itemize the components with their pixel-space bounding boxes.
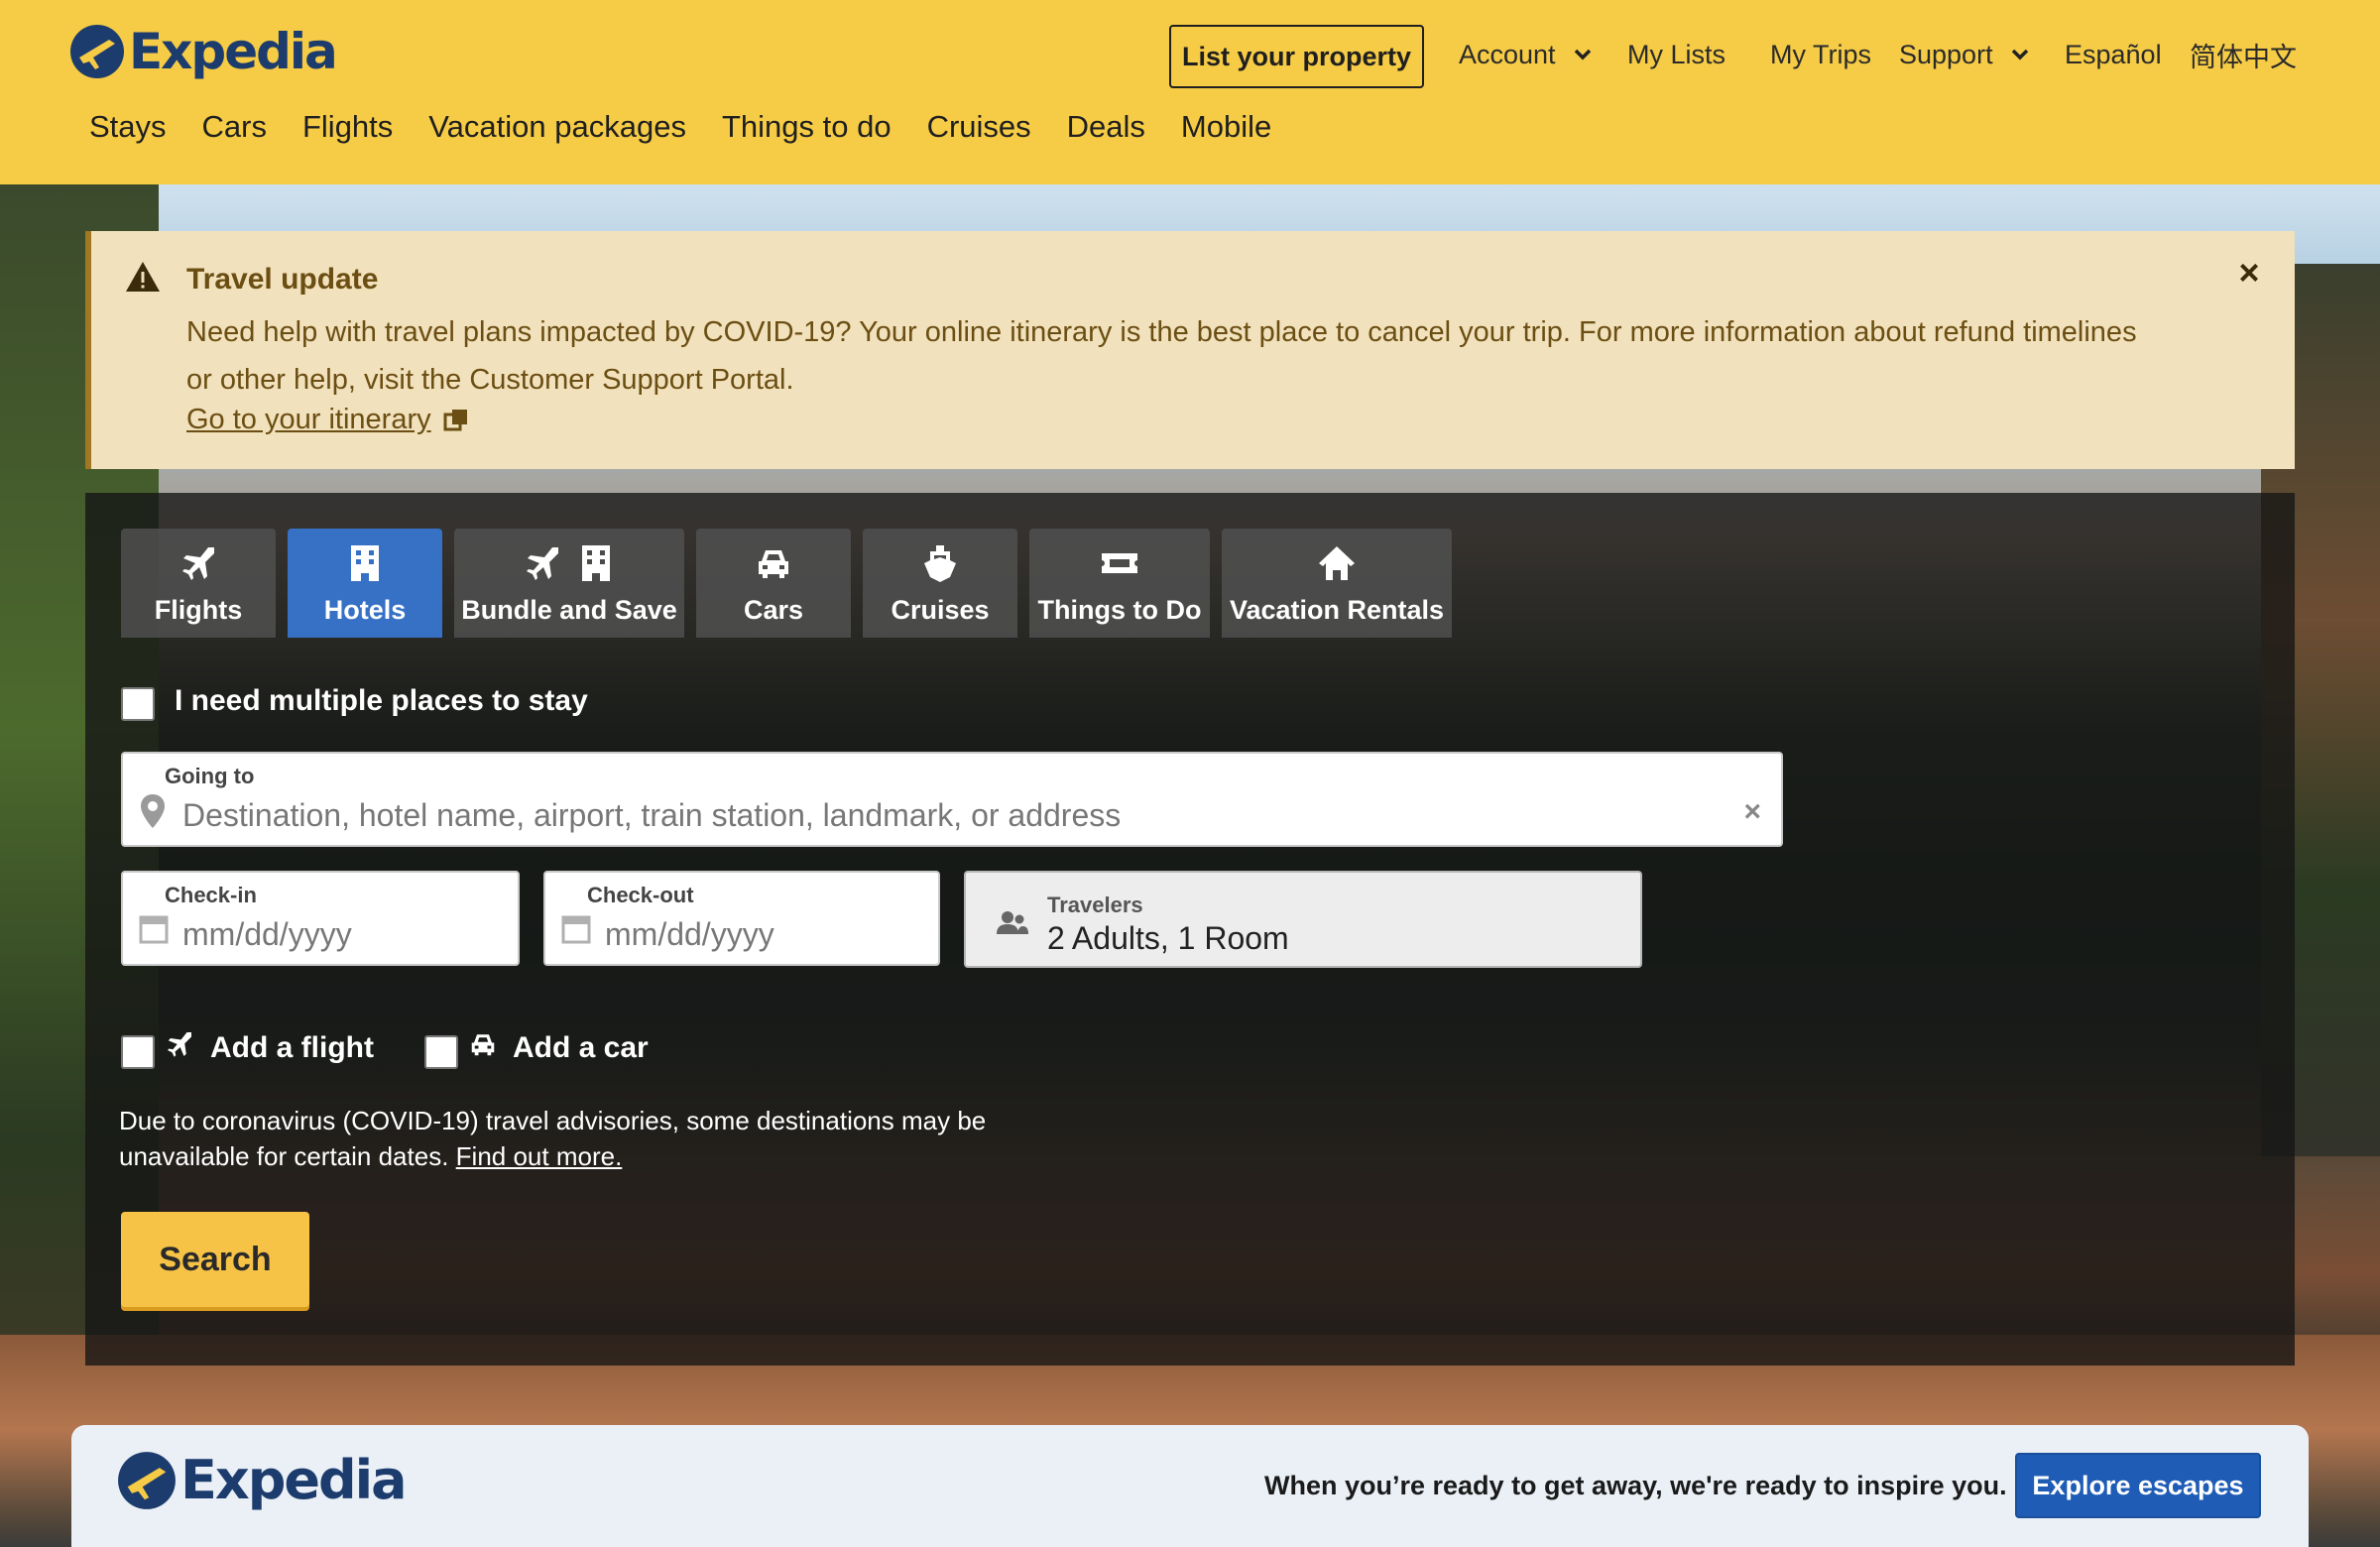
going-to-label: Going to (165, 764, 255, 788)
tab-vacation-rentals[interactable]: Vacation Rentals (1222, 529, 1452, 638)
nav-things-to-do[interactable]: Things to do (722, 109, 892, 145)
clear-icon[interactable]: × (1743, 795, 1761, 829)
nav-cars[interactable]: Cars (202, 109, 267, 145)
airplane-icon (182, 547, 214, 580)
airplane-icon (527, 547, 558, 580)
language-spanish-link[interactable]: Español (2065, 38, 2162, 71)
inspire-banner: Expedia When you’re ready to get away, w… (71, 1425, 2309, 1547)
travelers-label: Travelers (1047, 892, 1143, 917)
multiple-places-label: I need multiple places to stay (175, 684, 588, 717)
airplane-icon (168, 1032, 191, 1057)
account-label: Account (1459, 39, 1556, 69)
site-header: Expedia List your property Account My Li… (0, 0, 2380, 184)
search-button[interactable]: Search (121, 1212, 309, 1307)
people-icon (997, 911, 1028, 934)
alert-title: Travel update (186, 263, 379, 296)
globe-icon (118, 1451, 176, 1509)
checkout-label: Check-out (587, 883, 694, 907)
globe-icon (70, 25, 124, 78)
brand-wordmark: Expedia (129, 23, 338, 80)
checkout-input[interactable]: mm/dd/yyyy (605, 916, 774, 953)
cruise-ship-icon (924, 545, 956, 582)
hotel-building-icon (351, 545, 379, 581)
covid-notice: Due to coronavirus (COVID-19) travel adv… (119, 1103, 1031, 1174)
house-icon (1319, 546, 1355, 580)
warning-icon (126, 262, 160, 292)
checkout-field[interactable]: Check-out mm/dd/yyyy (543, 871, 940, 966)
add-flight-checkbox[interactable] (121, 1035, 155, 1069)
nav-cruises[interactable]: Cruises (927, 109, 1031, 145)
language-chinese-link[interactable]: 简体中文 (2190, 38, 2297, 72)
tab-bundle-label: Bundle and Save (461, 595, 677, 625)
checkin-label: Check-in (165, 883, 257, 907)
banner-tagline: When you’re ready to get away, we're rea… (1264, 1471, 2007, 1500)
explore-escapes-button[interactable]: Explore escapes (2015, 1453, 2261, 1518)
tab-vacation-rentals-label: Vacation Rentals (1229, 595, 1445, 625)
tab-cars[interactable]: Cars (696, 529, 851, 638)
expedia-banner-logo: Expedia (117, 1449, 408, 1511)
support-menu[interactable]: Support (1899, 38, 2031, 71)
calendar-icon (561, 915, 591, 944)
main-nav: Stays Cars Flights Vacation packages Thi… (89, 109, 1307, 145)
chevron-down-icon (2011, 49, 2028, 60)
destination-input[interactable]: Destination, hotel name, airport, train … (182, 797, 1121, 834)
nav-deals[interactable]: Deals (1067, 109, 1145, 145)
tab-things-to-do-label: Things to Do (1037, 595, 1202, 625)
itinerary-link[interactable]: Go to your itinerary (186, 404, 469, 436)
chevron-down-icon (1574, 49, 1591, 60)
tab-flights[interactable]: Flights (121, 529, 276, 638)
tab-flights-label: Flights (154, 595, 243, 625)
tab-cruises[interactable]: Cruises (863, 529, 1017, 638)
calendar-icon (139, 915, 169, 944)
travelers-value: 2 Adults, 1 Room (1047, 920, 1289, 956)
map-pin-icon (141, 794, 165, 828)
travelers-selector[interactable]: Travelers 2 Adults, 1 Room (964, 871, 1642, 968)
tab-hotels-label: Hotels (323, 595, 407, 625)
add-car-label: Add a car (513, 1031, 649, 1064)
checkin-input[interactable]: mm/dd/yyyy (182, 916, 352, 953)
travel-update-alert: Travel update Need help with travel plan… (85, 231, 2295, 469)
list-property-button[interactable]: List your property (1169, 25, 1424, 88)
external-link-icon (443, 409, 467, 430)
tab-hotels[interactable]: Hotels (288, 529, 442, 638)
itinerary-link-label: Go to your itinerary (186, 404, 431, 435)
add-car-checkbox[interactable] (424, 1035, 458, 1069)
nav-vacation-packages[interactable]: Vacation packages (428, 109, 686, 145)
checkin-field[interactable]: Check-in mm/dd/yyyy (121, 871, 520, 966)
my-lists-link[interactable]: My Lists (1627, 38, 1726, 71)
account-menu[interactable]: Account (1459, 38, 1594, 71)
nav-mobile[interactable]: Mobile (1181, 109, 1271, 145)
hotel-building-icon (582, 545, 610, 581)
car-icon (759, 550, 788, 578)
alert-body: Need help with travel plans impacted by … (186, 316, 2137, 396)
add-flight-label: Add a flight (210, 1031, 374, 1064)
ticket-icon (1102, 553, 1137, 573)
my-trips-link[interactable]: My Trips (1770, 38, 1871, 71)
tab-bundle-and-save[interactable]: Bundle and Save (454, 529, 684, 638)
multiple-places-checkbox[interactable] (121, 687, 155, 721)
banner-brand-wordmark: Expedia (180, 1449, 408, 1511)
nav-stays[interactable]: Stays (89, 109, 167, 145)
tab-cruises-label: Cruises (891, 595, 990, 625)
destination-field[interactable]: Going to Destination, hotel name, airpor… (121, 752, 1783, 847)
search-tabs: Flights Hotels Bundle and Save Cars Crui… (121, 529, 1452, 638)
tab-cars-label: Cars (743, 595, 804, 625)
nav-flights[interactable]: Flights (302, 109, 393, 145)
tab-things-to-do[interactable]: Things to Do (1029, 529, 1210, 638)
expedia-logo[interactable]: Expedia (69, 23, 338, 80)
find-out-more-link[interactable]: Find out more. (456, 1141, 623, 1171)
support-label: Support (1899, 39, 1993, 69)
car-icon (471, 1034, 495, 1056)
close-icon[interactable]: × (2233, 255, 2265, 291)
